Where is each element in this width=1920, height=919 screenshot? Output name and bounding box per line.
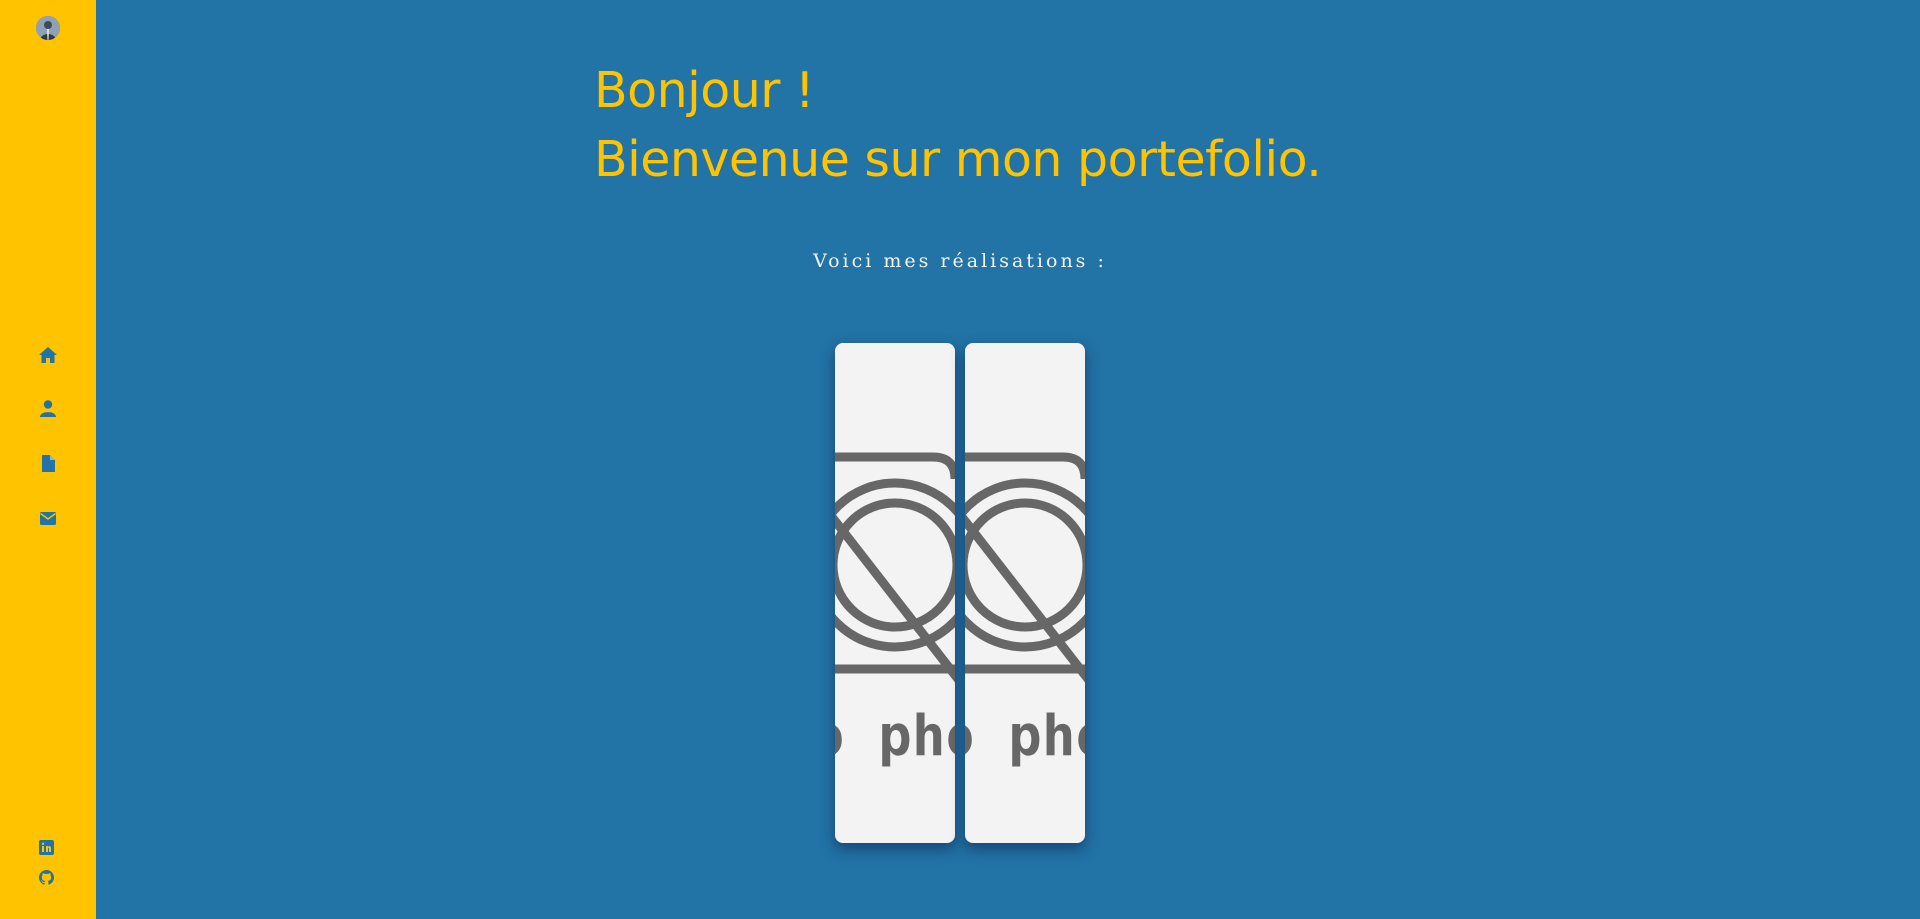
card-placeholder-text: o pho: [835, 704, 955, 769]
greeting-line-1: Bonjour !: [594, 62, 815, 119]
document-icon: [41, 455, 55, 477]
card-placeholder-text: o pho: [965, 704, 1085, 769]
github-link[interactable]: [35, 869, 57, 891]
envelope-icon: [40, 512, 56, 530]
sidebar: [0, 0, 96, 919]
nav-resume[interactable]: [36, 454, 60, 478]
page-title: Bonjour ! Bienvenue sur mon portefolio.: [594, 56, 1322, 194]
linkedin-link[interactable]: [35, 839, 57, 861]
avatar[interactable]: [36, 16, 60, 40]
nav-contact[interactable]: [36, 509, 60, 533]
main-content: Bonjour ! Bienvenue sur mon portefolio. …: [96, 0, 1920, 919]
no-photo-icon: o pho: [965, 452, 1085, 769]
project-card-2[interactable]: o pho: [965, 343, 1085, 843]
nav-about[interactable]: [36, 399, 60, 423]
user-icon: [40, 400, 56, 422]
github-icon: [38, 870, 54, 890]
project-card-1[interactable]: o pho: [835, 343, 955, 843]
home-icon: [39, 346, 57, 368]
nav-home[interactable]: [36, 345, 60, 369]
greeting-line-2: Bienvenue sur mon portefolio.: [594, 131, 1322, 188]
no-photo-icon: o pho: [835, 452, 955, 769]
projects-subtitle: Voici mes réalisations :: [813, 250, 1107, 272]
linkedin-icon: [38, 840, 54, 860]
